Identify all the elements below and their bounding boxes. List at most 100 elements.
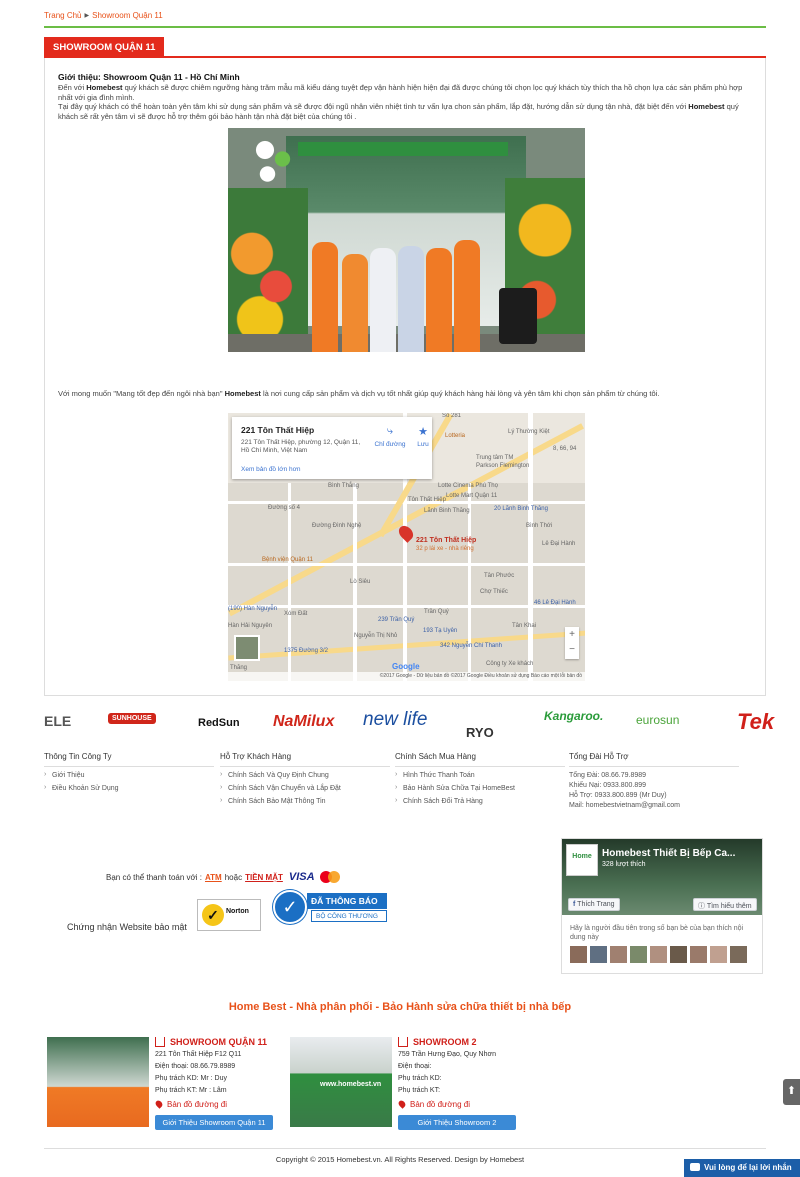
map-label: Công ty Xe khách bbox=[486, 661, 534, 667]
avatar[interactable] bbox=[670, 946, 687, 963]
map-place-card: 221 Tôn Thất Hiệp 221 Tôn Thất Hiệp, phư… bbox=[232, 417, 432, 479]
content-box: Giới thiệu: Showroom Quận 11 - Hồ Chí Mi… bbox=[44, 58, 766, 696]
partner-logo[interactable]: eurosun bbox=[636, 713, 679, 727]
partner-logo[interactable]: RYO bbox=[466, 725, 494, 740]
footer-link[interactable]: Giới Thiệu bbox=[44, 771, 214, 779]
map-pin-sublabel: 32 p lái xe - nhà riêng bbox=[416, 546, 474, 552]
map-label: Tân Phước bbox=[484, 573, 515, 579]
divider bbox=[44, 1148, 766, 1149]
brand-name: Homebest bbox=[224, 389, 261, 398]
showroom-image[interactable]: www.homebest.vn bbox=[290, 1037, 392, 1127]
directions-label: Chỉ đường bbox=[374, 441, 406, 448]
showroom-photo bbox=[228, 128, 585, 352]
partner-logo[interactable]: RedSun bbox=[198, 717, 240, 729]
checkmark-icon: ✓ bbox=[202, 904, 224, 926]
norton-badge[interactable]: ✓ Norton bbox=[197, 899, 261, 931]
footer-link[interactable]: Chính Sách Bảo Mật Thông Tin bbox=[220, 797, 390, 805]
mission-text-part: Với mong muốn "Mang tốt đẹp đến ngôi nhà… bbox=[58, 389, 225, 398]
avatar[interactable] bbox=[590, 946, 607, 963]
partner-logo[interactable]: new life bbox=[363, 709, 427, 731]
showroom-image[interactable] bbox=[47, 1037, 149, 1127]
footer-link[interactable]: Bảo Hành Sửa Chữa Tại HomeBest bbox=[395, 784, 565, 792]
map-label: Bình Thới bbox=[526, 523, 553, 529]
map-label: 8, 66, 94 bbox=[553, 446, 577, 452]
save-button[interactable]: ★ Lưu bbox=[414, 425, 432, 448]
chat-button[interactable]: Vui lòng để lại lời nhắn bbox=[684, 1159, 800, 1177]
cash-link[interactable]: TIỀN MẶT bbox=[245, 873, 283, 882]
avatar[interactable] bbox=[730, 946, 747, 963]
like-label: Thích Trang bbox=[577, 901, 615, 908]
security-cert-label: Chứng nhận Website bảo mật bbox=[67, 922, 187, 932]
showroom-intro-button[interactable]: Giới Thiệu Showroom Quận 11 bbox=[155, 1115, 273, 1130]
copyright: Copyright © 2015 Homebest.vn. All Rights… bbox=[275, 1155, 525, 1164]
breadcrumb-home-link[interactable]: Trang Chủ bbox=[44, 11, 82, 20]
facebook-avatar[interactable]: Home bbox=[566, 844, 598, 876]
partner-logo[interactable]: Kangaroo. bbox=[544, 709, 603, 723]
partner-logo[interactable]: Tek bbox=[737, 709, 774, 735]
info-icon: ⓘ bbox=[698, 903, 705, 910]
directions-link[interactable]: Bản đồ đường đi bbox=[154, 1099, 227, 1109]
footer-link[interactable]: Hình Thức Thanh Toán bbox=[395, 771, 565, 779]
footer-link[interactable]: Điều Khoản Sử Dụng bbox=[44, 784, 214, 792]
bct-line1: ĐÃ THÔNG BÁO bbox=[307, 893, 387, 909]
map-label: 342 Nguyễn Chí Thanh bbox=[440, 643, 502, 649]
zoom-out-button[interactable]: − bbox=[565, 642, 579, 657]
map-label: Trung tâm TM bbox=[476, 455, 514, 461]
footer-link[interactable]: Chính Sách Vận Chuyển và Lắp Đặt bbox=[220, 784, 390, 792]
satellite-toggle[interactable] bbox=[234, 635, 260, 661]
scroll-to-top-button[interactable]: ⬆ bbox=[783, 1079, 800, 1105]
chevron-right-icon: ▶ bbox=[84, 13, 90, 19]
avatar[interactable] bbox=[570, 946, 587, 963]
map-label: Bình Thắng bbox=[328, 483, 359, 489]
footer-col-hotline: Tổng Đài Hỗ Trợ Tổng Đài: 08.66.79.8989 … bbox=[569, 752, 739, 812]
directions-link[interactable]: Bản đồ đường đi bbox=[397, 1099, 470, 1109]
showroom-card-2: www.homebest.vn SHOWROOM 2 759 Trần Hưng… bbox=[290, 1037, 520, 1133]
map-place-address: 221 Tôn Thất Hiệp, phường 12, Quận 11, H… bbox=[241, 439, 361, 454]
partner-logo[interactable]: NaMilux bbox=[273, 713, 334, 731]
visa-logo: VISA bbox=[288, 871, 315, 883]
map-label: Lotte Cinema Phú Thọ bbox=[438, 483, 498, 489]
map-place-title: 221 Tôn Thất Hiệp bbox=[241, 425, 315, 435]
contact-line: Mail: homebestvietnam@gmail.com bbox=[569, 802, 680, 809]
map-label: Tôn Thất Hiệp bbox=[408, 497, 446, 503]
directions-label: Bản đồ đường đi bbox=[167, 1099, 227, 1109]
footer-col-company: Thông Tin Công Ty Giới Thiệu Điều Khoản … bbox=[44, 752, 214, 798]
zoom-in-button[interactable]: + bbox=[565, 627, 579, 642]
mastercard-icon bbox=[319, 871, 344, 883]
avatar[interactable] bbox=[630, 946, 647, 963]
person bbox=[370, 248, 396, 352]
directions-button[interactable]: ⤷ Chỉ đường bbox=[370, 425, 410, 448]
partner-logo[interactable]: ELE bbox=[44, 713, 71, 729]
breadcrumb-current-link[interactable]: Showroom Quận 11 bbox=[92, 11, 163, 20]
google-map[interactable]: Lotteria Trung tâm TM Parkson Flemington… bbox=[228, 413, 585, 681]
bo-cong-thuong-badge[interactable]: ✓ ĐÃ THÔNG BÁO BỘ CÔNG THƯƠNG bbox=[273, 890, 387, 924]
map-label: Hàn Hải Nguyên bbox=[228, 623, 273, 629]
footer-link[interactable]: Chính Sách Đổi Trả Hàng bbox=[395, 797, 565, 805]
avatar[interactable] bbox=[650, 946, 667, 963]
person bbox=[398, 246, 424, 352]
avatar[interactable] bbox=[610, 946, 627, 963]
showroom-phone: Điện thoại: bbox=[398, 1063, 432, 1070]
facebook-like-button[interactable]: f Thích Trang bbox=[568, 898, 620, 911]
partner-logo[interactable]: SUNHOUSE bbox=[108, 713, 156, 724]
showroom-intro-button[interactable]: Giới Thiệu Showroom 2 bbox=[398, 1115, 516, 1130]
facebook-page-name[interactable]: Homebest Thiết Bị Bếp Ca... bbox=[602, 848, 760, 859]
larger-map-link[interactable]: Xem bản đồ lớn hơn bbox=[241, 466, 300, 473]
map-label: Lò Siêu bbox=[350, 579, 371, 585]
map-label: 193 Tạ Uyên bbox=[423, 628, 458, 634]
payment-text: Bạn có thể thanh toán với : bbox=[106, 872, 202, 882]
norton-label: Norton bbox=[226, 908, 249, 915]
showroom-kd: Phụ trách KD: Mr : Duy bbox=[155, 1075, 227, 1082]
footer-link[interactable]: Chính Sách Và Quy Định Chung bbox=[220, 771, 390, 779]
avatar[interactable] bbox=[710, 946, 727, 963]
avatar[interactable] bbox=[690, 946, 707, 963]
intro-text-part: Đến với bbox=[58, 83, 87, 92]
atm-link[interactable]: ATM bbox=[205, 873, 222, 882]
facebook-note: Hãy là người đầu tiên trong số bạn bè củ… bbox=[570, 925, 744, 941]
map-pin-icon bbox=[397, 1099, 407, 1109]
google-logo: Google bbox=[392, 662, 420, 671]
map-label: 1375 Đường 3/2 bbox=[284, 648, 328, 654]
zoom-control[interactable]: + − bbox=[565, 627, 579, 659]
facebook-learn-more-button[interactable]: ⓘ Tìm hiểu thêm bbox=[693, 898, 757, 911]
contact-line: Hỗ Trợ: 0933.800.899 (Mr Duy) bbox=[569, 792, 667, 799]
